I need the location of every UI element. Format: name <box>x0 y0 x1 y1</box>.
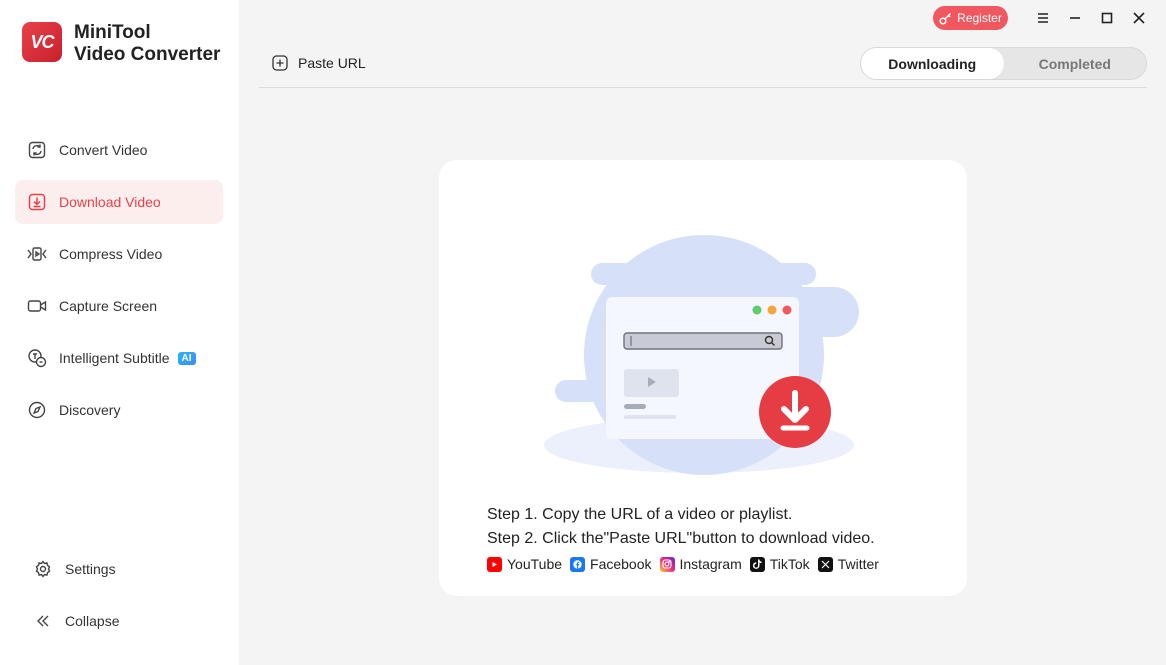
platform-label: Facebook <box>590 556 652 572</box>
step-1-text: Step 1. Copy the URL of a video or playl… <box>487 506 793 523</box>
sidebar-item-label: Convert Video <box>59 142 148 158</box>
hamburger-icon <box>1038 13 1048 23</box>
sidebar-item-label: Intelligent Subtitle <box>59 350 170 366</box>
platform-youtube: YouTube <box>487 556 562 572</box>
plus-square-icon <box>272 55 288 71</box>
youtube-icon <box>487 556 502 572</box>
paste-url-button[interactable]: Paste URL <box>272 55 366 71</box>
platform-twitter: Twitter <box>817 556 879 572</box>
sidebar-item-label: Compress Video <box>59 246 163 262</box>
instructions: Step 1. Copy the URL of a video or playl… <box>487 503 875 551</box>
maximize-icon <box>1101 12 1113 24</box>
app-logo: VC <box>22 22 62 62</box>
subtitle-icon <box>27 348 47 368</box>
app-name: MiniTool Video Converter <box>74 22 221 65</box>
empty-state-card: Step 1. Copy the URL of a video or playl… <box>439 160 967 596</box>
instagram-icon <box>659 556 675 572</box>
compass-icon <box>27 400 47 420</box>
sidebar-item-label: Download Video <box>59 194 161 210</box>
sidebar-item-label: Capture Screen <box>59 298 158 314</box>
collapse-label: Collapse <box>65 613 120 629</box>
key-icon <box>939 12 952 25</box>
platform-label: TikTok <box>769 556 810 572</box>
sidebar-item-intelligent-subtitle[interactable]: Intelligent Subtitle AI <box>15 336 223 380</box>
sidebar-item-compress-video[interactable]: Compress Video <box>15 232 223 276</box>
settings-label: Settings <box>65 561 116 577</box>
download-icon <box>27 192 47 212</box>
step-2-text: Step 2. Click the"Paste URL"button to do… <box>487 530 875 547</box>
header-divider <box>259 87 1147 88</box>
sidebar-nav: Convert Video Download Video Compress Vi… <box>15 128 223 440</box>
x-twitter-icon <box>817 556 833 572</box>
gear-icon <box>33 559 53 579</box>
close-icon <box>1133 12 1145 24</box>
register-button[interactable]: Register <box>933 6 1008 30</box>
double-chevron-left-icon <box>33 611 53 631</box>
sidebar-item-label: Discovery <box>59 402 121 418</box>
sidebar: VC MiniTool Video Converter Convert Vide… <box>0 0 239 665</box>
platform-tiktok: TikTok <box>749 556 810 572</box>
platform-label: YouTube <box>507 556 563 572</box>
platform-label: Twitter <box>837 556 879 572</box>
tab-completed[interactable]: Completed <box>1004 48 1147 79</box>
download-illustration <box>544 235 859 475</box>
menu-button[interactable] <box>1033 8 1053 28</box>
camera-icon <box>27 296 47 316</box>
minimize-button[interactable] <box>1065 8 1085 28</box>
sidebar-item-download-video[interactable]: Download Video <box>15 180 223 224</box>
tiktok-icon <box>749 556 765 572</box>
sidebar-item-discovery[interactable]: Discovery <box>15 388 223 432</box>
download-tabs: Downloading Completed <box>860 47 1147 80</box>
convert-icon <box>27 140 47 160</box>
platform-facebook: Facebook <box>570 556 652 572</box>
tab-downloading[interactable]: Downloading <box>861 48 1004 79</box>
facebook-icon <box>570 556 586 572</box>
paste-url-label: Paste URL <box>298 55 366 71</box>
collapse-button[interactable]: Collapse <box>33 611 119 631</box>
minimize-icon <box>1070 17 1080 19</box>
platform-instagram: Instagram <box>659 556 742 572</box>
sidebar-item-capture-screen[interactable]: Capture Screen <box>15 284 223 328</box>
close-button[interactable] <box>1129 8 1149 28</box>
sidebar-item-convert-video[interactable]: Convert Video <box>15 128 223 172</box>
platform-label: Instagram <box>679 556 742 572</box>
ai-badge: AI <box>177 351 196 365</box>
supported-platforms: YouTube Facebook Instagram TikTok Twitte… <box>487 556 887 572</box>
compress-icon <box>27 244 47 264</box>
maximize-button[interactable] <box>1097 8 1117 28</box>
register-label: Register <box>957 11 1002 25</box>
settings-button[interactable]: Settings <box>33 559 116 579</box>
